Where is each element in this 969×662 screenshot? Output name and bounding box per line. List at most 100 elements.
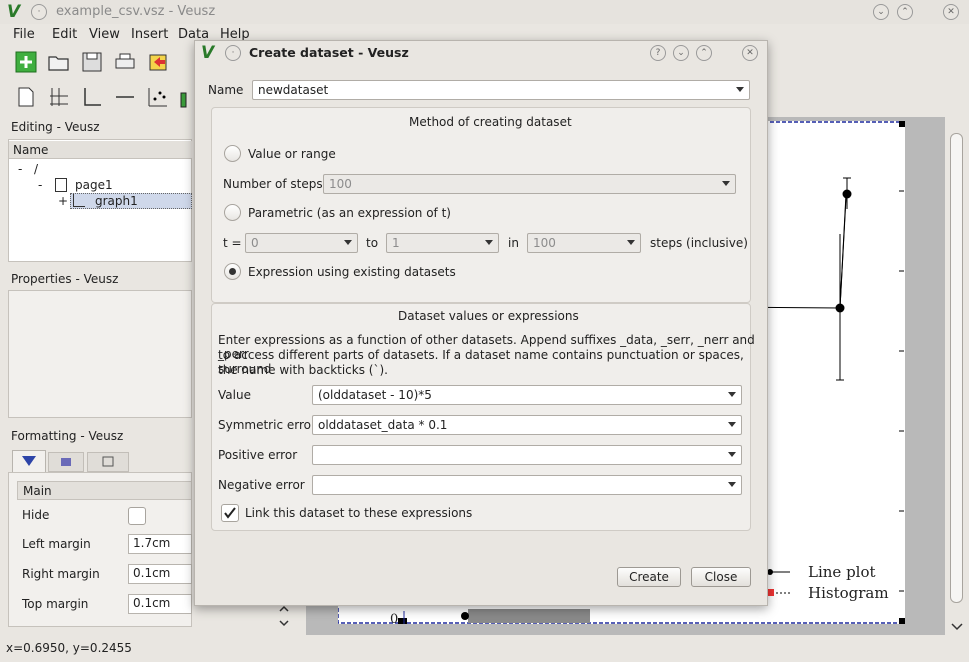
hide-checkbox[interactable] xyxy=(128,507,146,525)
t-from-value: 0 xyxy=(251,236,259,250)
t-from-combobox[interactable]: 0 xyxy=(245,233,358,253)
positive-error-combobox[interactable] xyxy=(312,445,742,465)
status-bar: x=0.6950, y=0.2455 xyxy=(0,639,969,662)
menu-insert[interactable]: Insert xyxy=(131,27,168,42)
tree-item-page1[interactable]: page1 xyxy=(75,178,113,192)
y-tick-label: 0 xyxy=(390,612,399,627)
formatting-tab-fill[interactable] xyxy=(48,452,84,472)
legend-histogram: Histogram xyxy=(808,584,889,602)
window-menu-icon[interactable]: · xyxy=(31,4,47,20)
link-checkbox-label[interactable]: Link this dataset to these expressions xyxy=(245,506,472,520)
open-folder-icon[interactable] xyxy=(47,50,73,76)
dialog-titlebar: V · Create dataset - Veusz ? ⌄ ⌃ ✕ xyxy=(195,41,767,65)
tree-expander[interactable]: + xyxy=(58,194,68,208)
menu-file[interactable]: File xyxy=(13,27,35,42)
name-combobox[interactable]: newdataset xyxy=(252,80,750,100)
symmetric-error-expression: olddataset_data * 0.1 xyxy=(318,418,448,432)
radio-value-range-label[interactable]: Value or range xyxy=(248,147,336,161)
right-margin-label: Right margin xyxy=(22,567,100,581)
add-xy-plot-icon[interactable] xyxy=(146,85,172,111)
chevron-down-icon xyxy=(485,240,493,245)
t-label: t = xyxy=(223,236,242,250)
export-icon[interactable] xyxy=(146,50,172,76)
add-bar-icon[interactable] xyxy=(178,85,194,111)
save-icon[interactable] xyxy=(80,50,106,76)
formatting-tab-border[interactable] xyxy=(87,452,129,472)
t-steps-value: 100 xyxy=(533,236,556,250)
t-steps-combobox[interactable]: 100 xyxy=(527,233,641,253)
plot-scrollbar-vertical[interactable] xyxy=(947,117,967,635)
chevron-down-icon xyxy=(728,452,736,457)
chevron-down-icon xyxy=(728,482,736,487)
radio-value-range[interactable] xyxy=(224,145,241,162)
add-grid-icon[interactable] xyxy=(47,85,73,111)
tree-header-label: Name xyxy=(13,143,49,157)
tree-expander[interactable]: - xyxy=(18,162,22,176)
tree-item-root[interactable]: / xyxy=(34,162,38,176)
print-icon[interactable] xyxy=(113,50,139,76)
chevron-down-icon xyxy=(344,240,352,245)
add-graph-icon[interactable] xyxy=(80,85,106,111)
in-label: in xyxy=(508,236,519,250)
formatting-section-label: Main xyxy=(23,484,52,498)
close-button[interactable]: Close xyxy=(691,567,751,587)
radio-parametric-label[interactable]: Parametric (as an expression of t) xyxy=(248,206,451,220)
window-title: example_csv.vsz - Veusz xyxy=(56,4,216,19)
dialog-close-icon[interactable]: ✕ xyxy=(742,45,758,61)
top-margin-input[interactable]: 0.1cm xyxy=(128,594,192,614)
main-titlebar: V · example_csv.vsz - Veusz ⌄ ⌃ ✕ xyxy=(0,0,969,24)
menu-view[interactable]: View xyxy=(89,27,120,42)
t-to-combobox[interactable]: 1 xyxy=(386,233,499,253)
new-document-icon[interactable] xyxy=(14,50,40,76)
value-label: Value xyxy=(218,388,251,402)
name-value: newdataset xyxy=(258,83,329,97)
name-label: Name xyxy=(208,83,244,97)
create-dataset-dialog: V · Create dataset - Veusz ? ⌄ ⌃ ✕ Name … xyxy=(194,40,768,606)
close-window-button[interactable]: ✕ xyxy=(943,4,959,20)
chevron-down-icon xyxy=(728,422,736,427)
radio-parametric[interactable] xyxy=(224,204,241,221)
to-label: to xyxy=(366,236,379,250)
left-margin-input[interactable]: 1.7cm xyxy=(128,534,192,554)
t-to-value: 1 xyxy=(392,236,400,250)
top-margin-label: Top margin xyxy=(22,597,89,611)
help-button[interactable]: ? xyxy=(650,45,666,61)
value-combobox[interactable]: (olddataset - 10)*5 xyxy=(312,385,742,405)
steps-inclusive-label: steps (inclusive) xyxy=(650,236,748,250)
chevron-down-icon xyxy=(728,392,736,397)
formatting-scrollbar[interactable] xyxy=(276,603,292,629)
dialog-menu-icon[interactable]: · xyxy=(225,45,241,61)
right-margin-input[interactable]: 0.1cm xyxy=(128,564,192,584)
symmetric-error-label: Symmetric error xyxy=(218,418,316,432)
tree-expander[interactable]: - xyxy=(38,178,42,192)
radio-expression[interactable] xyxy=(224,263,241,280)
properties-panel xyxy=(8,290,192,418)
link-checkbox[interactable] xyxy=(221,504,239,522)
symmetric-error-combobox[interactable]: olddataset_data * 0.1 xyxy=(312,415,742,435)
formatting-tab-main[interactable] xyxy=(12,450,46,472)
left-margin-label: Left margin xyxy=(22,537,91,551)
maximize-button[interactable]: ⌃ xyxy=(897,4,913,20)
steps-value: 100 xyxy=(329,177,352,191)
veusz-logo-icon: V xyxy=(7,2,21,22)
editing-panel-title: Editing - Veusz xyxy=(11,120,100,134)
minimize-button[interactable]: ⌄ xyxy=(873,4,889,20)
dialog-minimize-button[interactable]: ⌄ xyxy=(673,45,689,61)
radio-expression-label[interactable]: Expression using existing datasets xyxy=(248,265,456,279)
dialog-title: Create dataset - Veusz xyxy=(249,45,409,60)
negative-error-combobox[interactable] xyxy=(312,475,742,495)
hide-label: Hide xyxy=(22,508,50,522)
formatting-section-header: Main xyxy=(17,481,192,500)
veusz-logo-icon: V xyxy=(201,43,215,63)
positive-error-label: Positive error xyxy=(218,448,298,462)
add-page-icon[interactable] xyxy=(14,85,40,111)
add-axis-icon[interactable] xyxy=(113,85,139,111)
cursor-coordinates: x=0.6950, y=0.2455 xyxy=(6,641,132,655)
steps-combobox[interactable]: 100 xyxy=(323,174,736,194)
checkmark-icon xyxy=(224,507,236,519)
values-group-title: Dataset values or expressions xyxy=(398,309,579,323)
method-group-title: Method of creating dataset xyxy=(409,115,572,129)
menu-edit[interactable]: Edit xyxy=(52,27,77,42)
create-button[interactable]: Create xyxy=(617,567,681,587)
dialog-maximize-button[interactable]: ⌃ xyxy=(696,45,712,61)
